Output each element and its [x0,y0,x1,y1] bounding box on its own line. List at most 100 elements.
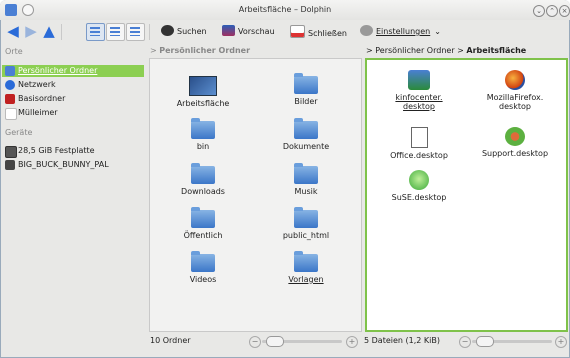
file-label: Öffentlich [183,231,223,240]
file-item[interactable]: Öffentlich [155,207,251,240]
preview-label: Vorschau [238,27,275,36]
breadcrumb-arrow-icon: > [150,46,160,55]
file-item[interactable]: SuSE.desktop [371,170,467,202]
file-label: Downloads [181,187,225,196]
device-item-label: BIG_BUCK_BUNNY_PAL [18,160,109,169]
suse-icon [409,170,429,190]
preview-button[interactable]: Vorschau [222,25,275,39]
title-bar: Arbeitsfläche – Dolphin ⌄ ⌃ × [0,0,570,20]
places-item-network[interactable]: Netzwerk [2,79,144,91]
folder-icon [294,251,318,272]
document-icon [410,127,428,148]
settings-label: Einstellungen [376,27,431,36]
zoom-in-icon[interactable]: + [346,336,358,348]
settings-button[interactable]: Einstellungen ⌄ [360,25,441,39]
right-zoom-slider[interactable] [472,336,552,347]
optical-drive-icon [5,160,15,170]
places-item-root[interactable]: Basisordner [2,93,144,105]
kinfocenter-icon [408,70,430,90]
places-item-label: Basisordner [18,94,66,103]
minimize-button[interactable]: ⌄ [533,5,545,17]
file-item[interactable]: Videos [155,251,251,284]
dolphin-window: Arbeitsfläche – Dolphin ⌄ ⌃ × ◀ ▶ ▲ Such… [0,0,570,358]
file-item[interactable]: Arbeitsfläche [155,76,251,108]
preview-icon [222,25,235,36]
places-item-label: Mülleimer [18,108,58,117]
zoom-out-icon[interactable]: − [459,336,471,348]
chevron-down-icon: ⌄ [434,27,441,36]
zoom-in-icon[interactable]: + [555,336,567,348]
slider-handle[interactable] [266,336,284,347]
breadcrumb-arrow-icon: > [366,46,376,55]
file-item[interactable]: Vorlagen [258,251,354,284]
file-item[interactable]: bin [155,118,251,151]
breadcrumb-current: Persönlicher Ordner [159,46,251,55]
device-item-harddisk[interactable]: 28,5 GiB Festplatte [2,145,144,158]
split-close-button[interactable]: Schließen [290,25,347,39]
file-item[interactable]: Dokumente [258,118,354,151]
firefox-icon [505,70,525,90]
right-file-view[interactable]: kinfocenter. desktop MozillaFirefox. des… [365,58,568,332]
toolbar-separator [149,24,150,40]
split-close-label: Schließen [308,29,347,38]
folder-icon [191,251,215,272]
breadcrumb-current: Arbeitsfläche [466,46,527,55]
back-arrow-icon[interactable]: ◀ [4,22,22,40]
places-item-trash[interactable]: Mülleimer [2,107,144,120]
file-item[interactable]: Bilder [258,73,354,106]
device-item-label: 28,5 GiB Festplatte [18,146,95,155]
file-item[interactable]: Downloads [155,163,251,196]
folder-icon [294,73,318,94]
main-toolbar: ◀ ▶ ▲ Suchen Vorschau Schließen Einstell… [0,20,570,44]
file-item[interactable]: kinfocenter. desktop [371,70,467,111]
right-breadcrumb[interactable]: > Persönlicher Ordner > Arbeitsfläche [366,46,526,55]
left-status-text: 10 Ordner [150,336,191,345]
maximize-button[interactable]: ⌃ [546,5,558,17]
left-zoom-slider[interactable] [262,336,342,347]
search-button[interactable]: Suchen [161,25,207,39]
folder-icon [191,163,215,184]
file-item[interactable]: Support.desktop [467,127,563,158]
details-view-button[interactable] [106,23,125,41]
close-split-icon [290,25,305,38]
folder-icon [191,118,215,139]
file-label: Office.desktop [390,151,448,160]
folder-icon [294,207,318,228]
breadcrumb-separator: > [457,46,464,55]
file-item[interactable]: Musik [258,163,354,196]
file-label: Videos [189,275,217,284]
breadcrumb-parent[interactable]: Persönlicher Ordner [375,46,454,55]
places-panel: Orte Persönlicher Ordner Netzwerk Basiso… [0,46,146,358]
columns-view-button[interactable] [126,23,145,41]
file-label: kinfocenter. desktop [395,93,443,111]
file-item[interactable]: Office.desktop [371,127,467,160]
left-breadcrumb[interactable]: > Persönlicher Ordner [150,46,250,55]
file-label: public_html [282,231,330,240]
window-title: Arbeitsfläche – Dolphin [238,5,332,14]
places-item-label: Netzwerk [18,80,56,89]
close-button[interactable]: × [559,5,570,17]
file-label: Support.desktop [481,149,549,158]
places-title: Orte [5,47,23,56]
file-label: Bilder [294,97,318,106]
left-file-view[interactable]: Arbeitsfläche Bilder bin Dokumente Downl… [149,58,362,332]
up-arrow-icon[interactable]: ▲ [40,22,58,40]
root-folder-icon [5,94,15,104]
devices-title: Geräte [5,128,33,137]
zoom-out-icon[interactable]: − [249,336,261,348]
file-item[interactable]: public_html [258,207,354,240]
places-item-home[interactable]: Persönlicher Ordner [2,65,144,77]
harddisk-icon [5,146,17,158]
slider-handle[interactable] [476,336,494,347]
file-label: Musik [294,187,318,196]
support-icon [505,127,525,146]
places-item-label: Persönlicher Ordner [18,66,98,75]
file-label: SuSE.desktop [391,193,447,202]
forward-arrow-icon[interactable]: ▶ [22,22,40,40]
desktop-icon [189,76,217,96]
folder-icon [294,118,318,139]
device-item-dvd[interactable]: BIG_BUCK_BUNNY_PAL [2,159,144,171]
network-icon [5,80,15,90]
file-item[interactable]: MozillaFirefox. desktop [467,70,563,111]
icons-view-button[interactable] [86,23,105,41]
